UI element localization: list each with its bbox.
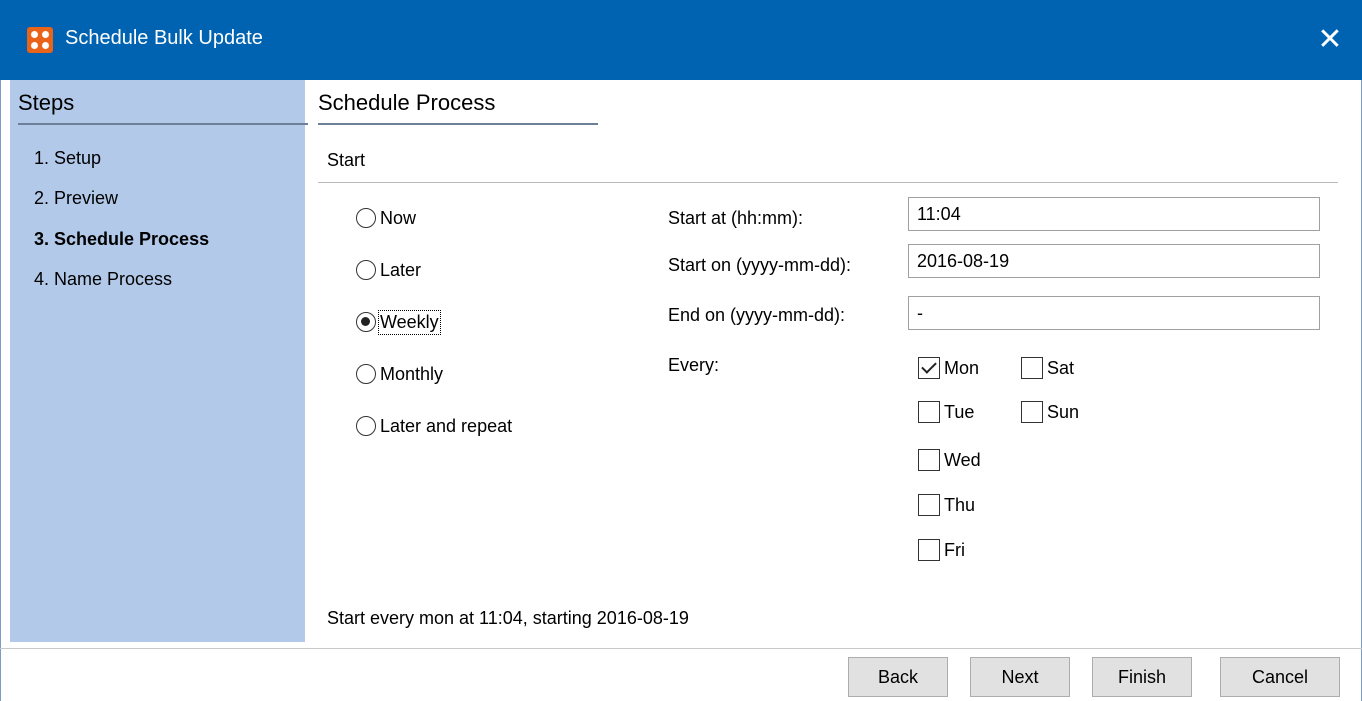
steps-panel: Steps 1. Setup 2. Preview 3. Schedule Pr… [10, 80, 308, 642]
start-on-label: Start on (yyyy-mm-dd): [668, 255, 852, 275]
checkbox[interactable] [1021, 357, 1043, 379]
day-tue[interactable]: Tue [918, 399, 974, 425]
end-on-label: End on (yyyy-mm-dd): [668, 305, 846, 325]
day-mon[interactable]: Mon [918, 355, 979, 381]
day-label: Wed [944, 449, 981, 470]
title-bar: Schedule Bulk Update ✕ [0, 0, 1362, 80]
steps-title: Steps [18, 90, 75, 115]
day-thu[interactable]: Thu [918, 492, 975, 518]
radio-button[interactable] [356, 364, 376, 384]
step-preview: 2. Preview [34, 188, 119, 208]
checkbox[interactable] [918, 449, 940, 471]
radio-monthly[interactable]: Monthly [356, 361, 443, 387]
radio-button-selected[interactable] [356, 312, 376, 332]
radio-label: Weekly [378, 309, 441, 335]
section-divider [318, 182, 1338, 183]
checkbox-checked[interactable] [918, 357, 940, 379]
radio-label: Now [380, 207, 417, 228]
day-label: Mon [944, 357, 980, 378]
start-at-input[interactable] [908, 197, 1320, 231]
radio-button[interactable] [356, 260, 376, 280]
end-on-input[interactable] [908, 296, 1320, 330]
radio-label: Later and repeat [380, 415, 513, 436]
footer-divider [0, 648, 1362, 649]
day-fri[interactable]: Fri [918, 537, 965, 563]
checkbox[interactable] [918, 539, 940, 561]
day-sat[interactable]: Sat [1021, 355, 1074, 381]
radio-later-and-repeat[interactable]: Later and repeat [356, 413, 512, 439]
step-name-process: 4. Name Process [34, 269, 173, 289]
checkbox[interactable] [918, 401, 940, 423]
finish-button[interactable]: Finish [1092, 657, 1192, 697]
radio-button[interactable] [356, 208, 376, 228]
step-setup: 1. Setup [34, 148, 102, 168]
next-button[interactable]: Next [970, 657, 1070, 697]
start-on-input[interactable] [908, 244, 1320, 278]
start-at-label: Start at (hh:mm): [668, 208, 804, 228]
day-label: Thu [944, 494, 976, 515]
back-button[interactable]: Back [848, 657, 948, 697]
cancel-button[interactable]: Cancel [1220, 657, 1340, 697]
close-button[interactable]: ✕ [1298, 10, 1362, 70]
day-sun[interactable]: Sun [1021, 399, 1079, 425]
schedule-summary: Start every mon at 11:04, starting 2016-… [327, 608, 689, 628]
day-wed[interactable]: Wed [918, 447, 981, 473]
day-label: Fri [944, 539, 965, 560]
every-label: Every: [668, 355, 720, 375]
checkbox[interactable] [1021, 401, 1043, 423]
section-label: Start [327, 150, 366, 170]
title-underline [318, 123, 598, 125]
radio-button[interactable] [356, 416, 376, 436]
radio-label: Later [380, 259, 422, 280]
step-schedule-process: 3. Schedule Process [34, 229, 210, 249]
day-label: Tue [944, 401, 975, 422]
radio-weekly[interactable]: Weekly [356, 309, 441, 335]
radio-later[interactable]: Later [356, 257, 421, 283]
steps-divider [18, 123, 308, 125]
radio-now[interactable]: Now [356, 205, 416, 231]
app-grid-icon [27, 27, 53, 53]
day-label: Sun [1047, 401, 1080, 422]
checkbox[interactable] [918, 494, 940, 516]
day-label: Sat [1047, 357, 1075, 378]
window-title: Schedule Bulk Update [65, 27, 263, 49]
page-title: Schedule Process [318, 90, 496, 115]
radio-label: Monthly [380, 363, 444, 384]
